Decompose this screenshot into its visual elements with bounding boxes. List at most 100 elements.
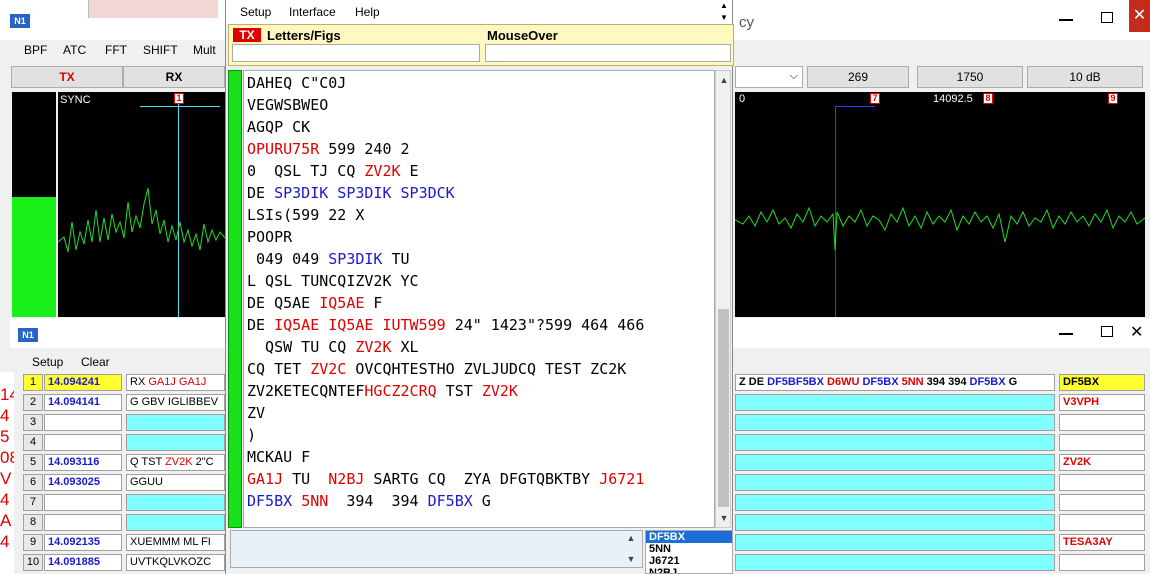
channel-row-right-text[interactable]: Z DE DF5BF5BX D6WU DF5BX 5NN 394 394 DF5… (735, 374, 1055, 391)
chan-menu-setup[interactable]: Setup (32, 355, 63, 369)
channel-row-number[interactable]: 1 (23, 374, 43, 391)
menu-shift[interactable]: SHIFT (143, 43, 178, 57)
channel-row-freq[interactable] (44, 494, 122, 511)
transmit-entry-area[interactable] (230, 530, 643, 568)
scroll-down-icon[interactable]: ▼ (717, 511, 731, 525)
channel-row-freq[interactable] (44, 514, 122, 531)
channel-row-callsign[interactable]: DF5BX (1059, 374, 1145, 391)
channel-row-text[interactable] (126, 494, 225, 511)
menu-fft[interactable]: FFT (105, 43, 127, 57)
channel-row-right-text[interactable] (735, 534, 1055, 551)
callsign-item[interactable]: 5NN (646, 543, 732, 555)
callsign-list[interactable]: DF5BX 5NN J6721 N2BJ (645, 530, 733, 574)
channel-row-right-text[interactable] (735, 474, 1055, 491)
channel-row-callsign[interactable]: TESA3AY (1059, 534, 1145, 551)
channel-row-text[interactable]: UVTKQLVKOZC (126, 554, 225, 571)
menu-scroll-up[interactable]: ▲ (717, 0, 731, 11)
channel-row-right-text[interactable] (735, 434, 1055, 451)
right-scope[interactable]: 0 7 14092.5 8 9 (735, 92, 1145, 317)
channel-row-callsign[interactable] (1059, 514, 1145, 531)
receive-line-segment: SP3DIK SP3DIK SP3DCK (274, 184, 455, 202)
channel-row-text[interactable]: G GBV IGLIBBEV (126, 394, 225, 411)
channel-row-callsign[interactable] (1059, 434, 1145, 451)
channel-row-right-text[interactable] (735, 394, 1055, 411)
channel-row-number[interactable]: 4 (23, 434, 43, 451)
channel-row-text[interactable]: RX GA1J GA1J (126, 374, 225, 391)
letters-figs-field[interactable] (232, 44, 480, 62)
channel-row-text[interactable]: XUEMMM ML FI (126, 534, 225, 551)
level-meter-fill (12, 197, 56, 317)
channel-row-number[interactable]: 8 (23, 514, 43, 531)
channel-row-right-text[interactable] (735, 554, 1055, 571)
chan-maximize-icon[interactable] (1101, 326, 1113, 337)
channel-row-right-text[interactable] (735, 414, 1055, 431)
param-269[interactable]: 269 (807, 66, 909, 88)
channel-row-right-text[interactable] (735, 454, 1055, 471)
chan-menu-clear[interactable]: Clear (81, 355, 110, 369)
channel-row-callsign[interactable]: V3VPH (1059, 394, 1145, 411)
main-menu-help[interactable]: Help (355, 5, 380, 19)
menu-mult[interactable]: Mult (193, 43, 216, 57)
menu-scroll-down[interactable]: ▼ (717, 12, 731, 23)
channel-row-text[interactable] (126, 514, 225, 531)
mouseover-field[interactable] (485, 44, 731, 62)
rx-button[interactable]: RX (123, 66, 225, 88)
param-10db[interactable]: 10 dB (1027, 66, 1143, 88)
channel-row-callsign[interactable] (1059, 554, 1145, 571)
channel-row-text-segment: GGUU (130, 476, 163, 488)
callsign-item[interactable]: N2BJ (646, 567, 732, 573)
channel-row-callsign[interactable] (1059, 494, 1145, 511)
close-button[interactable]: ✕ (1129, 0, 1150, 32)
tx-button[interactable]: TX (11, 66, 123, 88)
channel-row-freq[interactable]: 14.093116 (44, 454, 122, 471)
channel-row-callsign[interactable] (1059, 474, 1145, 491)
channel-row-number[interactable]: 2 (23, 394, 43, 411)
receive-scrollbar[interactable]: ▲ ▼ (715, 70, 731, 528)
tx-badge[interactable]: TX (233, 28, 261, 42)
channel-row-text[interactable] (126, 414, 225, 431)
channel-row-freq[interactable] (44, 434, 122, 451)
minimize-icon[interactable] (1059, 19, 1073, 21)
channel-row-number[interactable]: 7 (23, 494, 43, 511)
channel-row-number[interactable]: 6 (23, 474, 43, 491)
main-menu-setup[interactable]: Setup (240, 5, 271, 19)
menu-atc[interactable]: ATC (63, 43, 86, 57)
channel-row-number[interactable]: 10 (23, 554, 43, 571)
channel-row-number[interactable]: 3 (23, 414, 43, 431)
channel-row-right-text[interactable] (735, 514, 1055, 531)
channel-row-freq[interactable]: 14.092135 (44, 534, 122, 551)
channel-row-callsign[interactable] (1059, 414, 1145, 431)
channel-row-freq[interactable]: 14.093025 (44, 474, 122, 491)
scroll-thumb[interactable] (718, 309, 729, 507)
channel-row-right-text[interactable] (735, 494, 1055, 511)
channel-row-text[interactable] (126, 434, 225, 451)
receive-line-segment: SARTG CQ ZYA DFGTQBKTBY (364, 470, 600, 488)
entry-scroll-up-icon[interactable]: ▲ (624, 531, 638, 545)
chan-minimize-icon[interactable] (1059, 333, 1073, 335)
menu-bpf[interactable]: BPF (24, 43, 47, 57)
channel-row-freq[interactable]: 14.091885 (44, 554, 122, 571)
left-scope[interactable]: SYNC 1 (58, 92, 225, 317)
param-1750[interactable]: 1750 (917, 66, 1023, 88)
scroll-up-icon[interactable]: ▲ (717, 73, 731, 87)
main-menu-bar: Setup Interface Help ▲ ▼ (226, 0, 732, 24)
entry-scroll-down-icon[interactable]: ▼ (624, 552, 638, 566)
channel-row-text[interactable]: GGUU (126, 474, 225, 491)
receive-line-segment: GA1J (247, 470, 284, 488)
callsign-item[interactable]: J6721 (646, 555, 732, 567)
chan-close-icon[interactable]: ✕ (1130, 322, 1143, 342)
transmit-scrollbar[interactable]: ▲ ▼ (623, 530, 639, 568)
callsign-item[interactable]: DF5BX (646, 531, 732, 543)
channel-row-freq[interactable] (44, 414, 122, 431)
channel-row-number[interactable]: 9 (23, 534, 43, 551)
left-digit: 4 (0, 406, 10, 425)
channel-row-freq[interactable]: 14.094141 (44, 394, 122, 411)
main-menu-interface[interactable]: Interface (289, 5, 336, 19)
channel-row-number[interactable]: 5 (23, 454, 43, 471)
receive-text-area[interactable]: DAHEQ C"C0J VEGWSBWEO AGQP CK OPURU75R 599 … (243, 70, 715, 528)
channel-row-freq[interactable]: 14.094241 (44, 374, 122, 391)
channel-row-callsign[interactable]: ZV2K (1059, 454, 1145, 471)
channel-row-text[interactable]: Q TST ZV2K 2"C (126, 454, 225, 471)
mode-dropdown[interactable]: ⌵ (735, 66, 803, 88)
maximize-icon[interactable] (1101, 12, 1113, 23)
